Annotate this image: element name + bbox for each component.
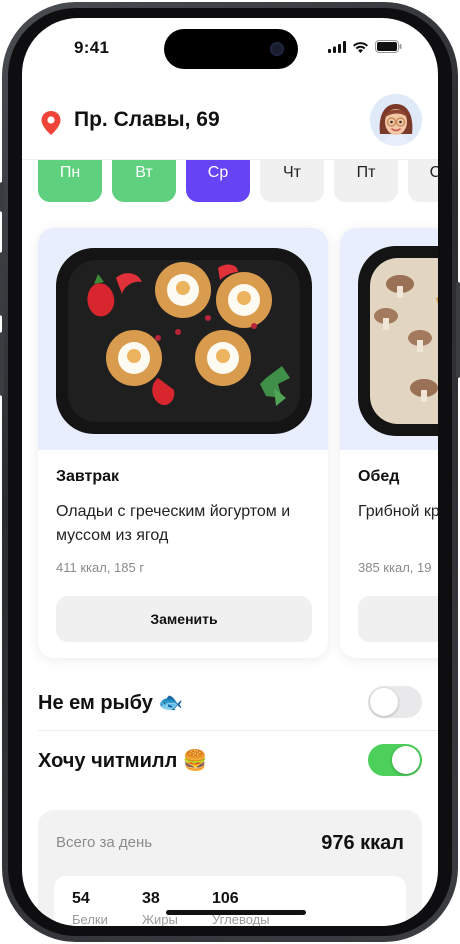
day-tab-thu[interactable]: Чт [260,158,324,202]
status-bar: 9:41 [22,18,438,78]
macro-label: Белки [72,912,108,926]
wifi-icon [353,41,368,53]
camera-icon [270,42,284,56]
meal-meta: 411 ккал, 185 г [56,560,145,575]
home-indicator[interactable] [166,910,306,915]
app-screen: 9:41 Пн Вт Ср Чт Пт С Пр. Славы, 69 Завт… [22,18,438,926]
day-tab-label: Пн [59,164,81,181]
status-time: 9:41 [74,38,110,57]
location-pin-icon [41,111,61,135]
meal-card-breakfast[interactable]: Завтрак Оладьи с греческим йогуртом и му… [38,228,328,658]
macro-value: 38 [142,890,160,907]
daily-total-label: Всего за день [56,834,153,851]
macro-carbs: 106 Углеводы [212,890,270,926]
macro-value: 106 [212,890,239,907]
macro-value: 54 [72,890,90,907]
daily-summary: Всего за день 976 ккал 54 Белки 38 Жиры … [38,810,422,926]
macro-fat: 38 Жиры [142,890,178,926]
action-button [0,182,4,212]
replace-button[interactable]: Заменить [56,596,312,642]
meal-meta: 385 ккал, 19 [358,560,432,575]
dynamic-island [164,29,298,69]
day-tab-wed[interactable]: Ср [186,158,250,202]
no-fish-label: Не ем рыбу 🐟 [38,692,184,714]
meal-description: Оладьи с греческим йогуртом и муссом из … [56,503,291,544]
weekday-selector: Пн Вт Ср Чт Пт Сб [38,158,438,202]
day-tab-label: Ср [207,164,229,181]
battery-icon [375,40,402,53]
meal-card-lunch[interactable]: Обед Грибной крем-суп и крутонами 385 кк… [340,228,438,658]
pancakes-dish-icon [56,248,312,434]
meal-photo [38,228,328,450]
toggle-knob [392,746,420,774]
replace-button[interactable] [358,596,438,642]
daily-total-value: 976 ккал [321,832,404,854]
day-tab-sat[interactable]: Сб [408,158,438,202]
day-tab-label: Сб [429,164,438,181]
no-fish-toggle[interactable] [368,686,422,718]
meal-title: Обед [358,468,400,485]
day-tab-label: Пт [356,164,376,181]
cheat-meal-label: Хочу читмилл 🍔 [38,750,208,772]
day-tab-fri[interactable]: Пт [334,158,398,202]
no-fish-row: Не ем рыбу 🐟 [38,674,422,732]
volume-down-button [0,332,4,396]
delivery-address[interactable]: Пр. Славы, 69 [74,108,220,132]
day-tab-label: Вт [135,164,153,181]
mushroom-soup-icon [358,246,438,436]
day-tab-tue[interactable]: Вт [112,158,176,202]
toggle-knob [370,688,398,716]
signal-icon [328,40,346,53]
day-tab-mon[interactable]: Пн [38,158,102,202]
power-button [456,282,460,378]
status-icons [328,40,402,53]
macros-panel: 54 Белки 38 Жиры 106 Углеводы [54,876,406,926]
meal-photo [340,228,438,450]
meal-title: Завтрак [56,468,120,485]
divider [38,730,438,731]
day-tab-label: Чт [283,164,301,181]
cheat-meal-toggle[interactable] [368,744,422,776]
meal-description: Грибной крем-суп и крутонами [358,503,438,520]
address-header: Пр. Славы, 69 [22,90,438,160]
cheat-meal-row: Хочу читмилл 🍔 [38,732,422,790]
macro-protein: 54 Белки [72,890,108,926]
volume-up-button [0,252,4,316]
avatar[interactable] [370,94,422,146]
memoji-avatar-icon [370,94,422,146]
meal-carousel[interactable]: Завтрак Оладьи с греческим йогуртом и му… [38,228,438,658]
